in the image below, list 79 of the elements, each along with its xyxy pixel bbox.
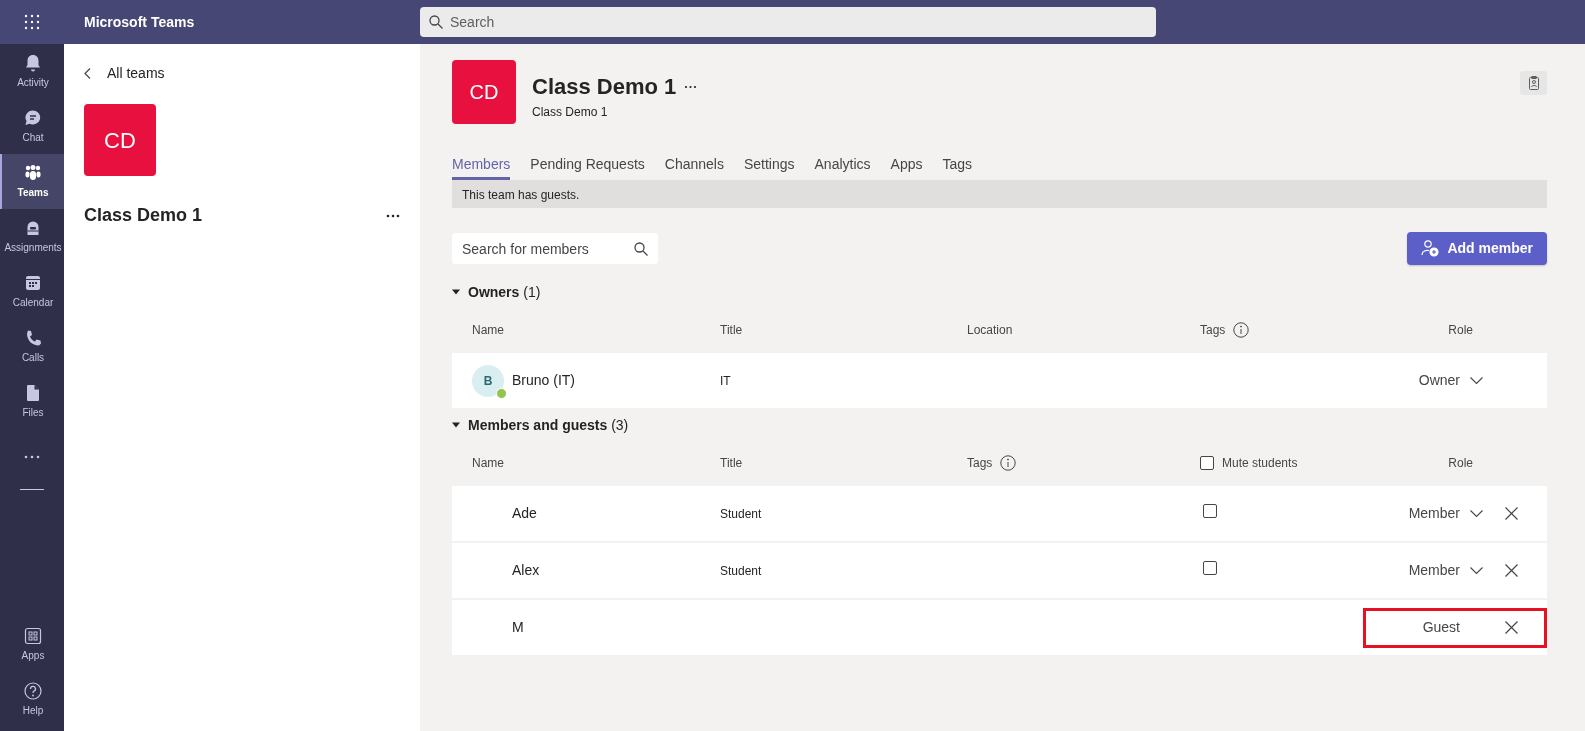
member-name: Ade [512,504,537,523]
back-chevron-icon[interactable] [84,67,91,79]
rail-item[interactable]: Teams [0,154,64,209]
column-header: Name [472,322,504,339]
team-name: Class Demo 1 [84,204,203,227]
column-header: Tags [967,455,993,472]
section-title[interactable]: Members and guests (3) [468,414,629,436]
column-header: Title [720,455,743,472]
member-title: Student [720,564,762,578]
app-title: Microsoft Teams [83,12,196,32]
close-icon[interactable] [1504,564,1518,577]
more-apps-icon[interactable] [24,455,40,459]
rail-item[interactable]: Chat [0,99,64,154]
column-header: Tags [1200,322,1226,339]
chevron-down-icon[interactable] [1470,377,1483,384]
chevron-down-icon[interactable] [1470,510,1483,517]
column-header: Role [1448,455,1473,472]
column-header: Mute students [1222,455,1298,472]
checkbox[interactable] [1200,456,1214,470]
team-subtitle: Class Demo 1 [532,104,609,121]
role-dropdown[interactable]: Member [1408,503,1460,524]
team-title: Class Demo 1 [532,73,677,101]
chat-bubble-icon [23,108,43,128]
close-icon[interactable] [1504,507,1518,520]
add-member-button[interactable]: Add member [1407,232,1547,265]
member-name: M [512,618,524,637]
search-icon [429,15,443,29]
member-search-field[interactable]: Search for members [452,233,658,264]
rail-item[interactable]: Activity [0,44,64,99]
app-grid-icon [23,626,43,646]
member-title: Student [720,507,762,521]
tab[interactable]: Tags [942,154,973,180]
section-title[interactable]: Owners (1) [468,281,541,303]
role-dropdown[interactable]: Owner [1418,370,1460,391]
rail-item[interactable]: Calendar [0,264,64,319]
member-title: IT [720,374,731,388]
badge-button[interactable] [1520,71,1547,95]
more-options-icon[interactable] [386,213,400,218]
tab[interactable]: Apps [890,154,923,180]
tab[interactable]: Settings [743,154,795,180]
app-launcher-icon[interactable] [24,14,40,30]
collapse-triangle-icon[interactable] [452,422,460,428]
rail-item[interactable]: Assignments [0,209,64,264]
column-header: Location [967,322,1013,339]
more-options-icon[interactable] [684,84,698,89]
all-teams-link[interactable]: All teams [107,62,165,84]
people-group-icon [23,163,43,183]
tab[interactable]: Channels [664,154,724,180]
calendar-icon [23,273,43,293]
rail-item[interactable]: Help [0,672,64,727]
team-avatar: CD [84,104,156,176]
member-name: Bruno (IT) [512,371,575,390]
checkbox[interactable] [1203,561,1217,575]
search-icon [634,242,648,256]
team-avatar: CD [452,60,516,124]
member-name: Alex [512,561,540,580]
column-header: Title [720,322,743,339]
tab[interactable]: Pending Requests [530,154,645,180]
rail-item[interactable]: Files [0,374,64,429]
chevron-down-icon[interactable] [1470,567,1483,574]
role-dropdown[interactable]: Member [1408,560,1460,581]
tab[interactable]: Analytics [814,154,871,180]
person-avatar: B [472,364,504,397]
rail-item[interactable]: Apps [0,617,64,672]
search-field[interactable]: Search [420,7,1156,37]
info-icon[interactable] [1000,455,1017,471]
rail-item[interactable]: Calls [0,319,64,374]
bell-icon [23,53,43,73]
add-person-icon [1421,240,1440,257]
help-icon [23,681,43,701]
guest-notice: This team has guests. [452,180,1547,208]
column-header: Name [472,455,504,472]
collapse-triangle-icon[interactable] [452,289,460,295]
column-header: Role [1448,322,1473,339]
close-icon[interactable] [1504,621,1518,634]
info-icon[interactable] [1233,322,1250,338]
role-label: Guest [1422,618,1460,637]
id-badge-icon [1528,76,1539,90]
checkbox[interactable] [1203,504,1217,518]
